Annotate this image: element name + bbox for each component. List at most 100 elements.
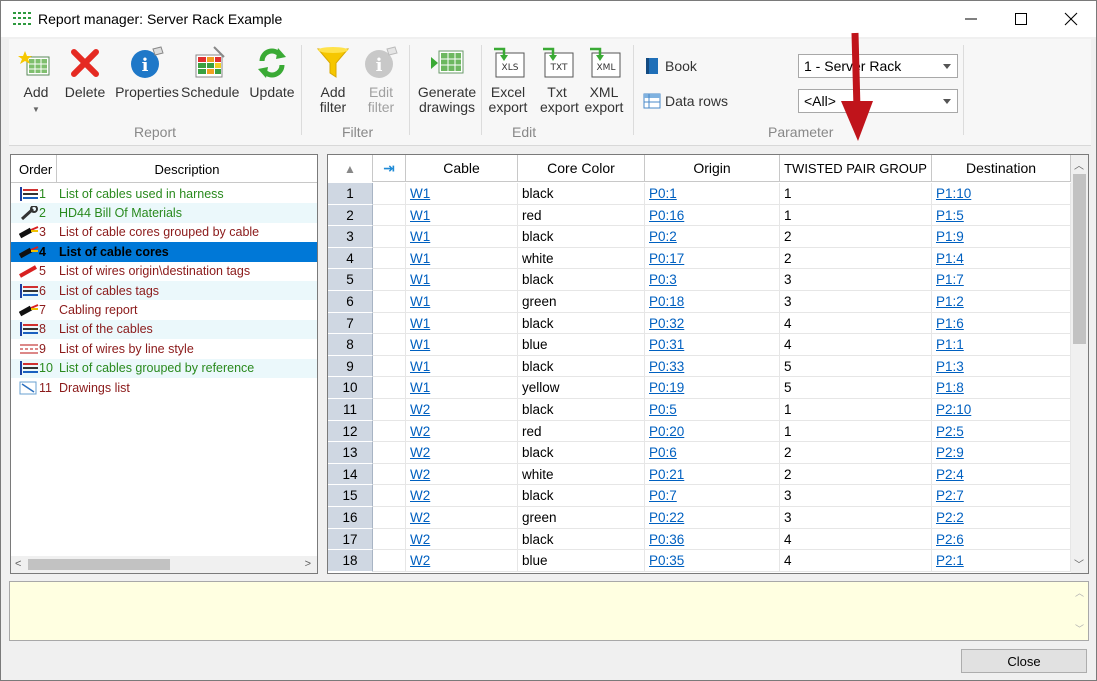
cable-link[interactable]: W1	[410, 251, 430, 266]
cable-link[interactable]: W1	[410, 380, 430, 395]
excel-export-button[interactable]: XLS Excel export	[485, 45, 531, 115]
table-row[interactable]: 8 W1 blue P0:31 4 P1:1	[328, 334, 1071, 356]
minimize-button[interactable]	[946, 1, 996, 37]
origin-link[interactable]: P0:22	[649, 510, 684, 525]
row-number[interactable]: 15	[328, 485, 373, 507]
origin-link[interactable]: P0:7	[649, 488, 677, 503]
report-item[interactable]: 3 List of cable cores grouped by cable	[11, 223, 317, 242]
report-item[interactable]: 10 List of cables grouped by reference	[11, 358, 317, 378]
report-item[interactable]: 1 List of cables used in harness	[11, 184, 317, 203]
cable-link[interactable]: W1	[410, 229, 430, 244]
destination-link[interactable]: P1:9	[936, 229, 964, 244]
sort-up-header[interactable]: ▲	[328, 155, 373, 182]
origin-link[interactable]: P0:21	[649, 467, 684, 482]
row-number[interactable]: 12	[328, 420, 373, 443]
panel-splitter[interactable]	[319, 154, 326, 574]
destination-link[interactable]: P2:9	[936, 445, 964, 460]
notes-scrollbar[interactable]: ︿ ﹀	[1071, 582, 1088, 640]
destination-link[interactable]: P1:7	[936, 272, 964, 287]
scroll-right-icon[interactable]: >	[305, 558, 311, 570]
cable-link[interactable]: W1	[410, 359, 430, 374]
destination-link[interactable]: P1:1	[936, 337, 964, 352]
origin-column-header[interactable]: Origin	[645, 155, 780, 182]
cable-link[interactable]: W1	[410, 316, 430, 331]
maximize-button[interactable]	[996, 1, 1046, 37]
row-number[interactable]: 5	[328, 269, 373, 291]
add-button[interactable]: Add ▼	[15, 45, 57, 117]
row-number[interactable]: 10	[328, 377, 373, 399]
destination-link[interactable]: P2:7	[936, 488, 964, 503]
cable-link[interactable]: W2	[410, 402, 430, 417]
table-row[interactable]: 12 W2 red P0:20 1 P2:5	[328, 420, 1071, 443]
row-number[interactable]: 13	[328, 442, 373, 464]
book-button[interactable]: Book	[643, 57, 697, 75]
destination-link[interactable]: P1:10	[936, 186, 971, 201]
destination-link[interactable]: P2:1	[936, 553, 964, 568]
table-row[interactable]: 18 W2 blue P0:35 4 P2:1	[328, 550, 1071, 572]
close-window-button[interactable]	[1046, 1, 1096, 37]
table-row[interactable]: 4 W1 white P0:17 2 P1:4	[328, 247, 1071, 270]
xml-export-button[interactable]: XML XML export	[581, 45, 627, 115]
origin-link[interactable]: P0:35	[649, 553, 684, 568]
origin-link[interactable]: P0:31	[649, 337, 684, 352]
report-item[interactable]: 4 List of cable cores	[11, 242, 317, 262]
row-number[interactable]: 8	[328, 334, 373, 356]
row-number[interactable]: 16	[328, 506, 373, 529]
table-row[interactable]: 16 W2 green P0:22 3 P2:2	[328, 506, 1071, 529]
cable-link[interactable]: W1	[410, 294, 430, 309]
scroll-down-icon[interactable]: ﹀	[1075, 622, 1084, 635]
close-button[interactable]: Close	[961, 649, 1087, 673]
order-column-header[interactable]: Order	[11, 155, 57, 183]
origin-link[interactable]: P0:32	[649, 316, 684, 331]
cable-link[interactable]: W1	[410, 272, 430, 287]
destination-column-header[interactable]: Destination	[932, 155, 1071, 182]
delete-button[interactable]: Delete	[63, 45, 107, 100]
destination-link[interactable]: P2:10	[936, 402, 971, 417]
cable-link[interactable]: W2	[410, 488, 430, 503]
row-number[interactable]: 2	[328, 204, 373, 227]
destination-link[interactable]: P2:6	[936, 532, 964, 547]
destination-link[interactable]: P2:4	[936, 467, 964, 482]
txt-export-button[interactable]: TXT Txt export	[535, 45, 579, 115]
scrollbar-thumb[interactable]	[28, 559, 170, 570]
generate-drawings-button[interactable]: Generate drawings	[415, 45, 479, 115]
row-number[interactable]: 11	[328, 398, 373, 421]
edit-filter-button[interactable]: i Edit filter	[359, 45, 403, 115]
origin-link[interactable]: P0:16	[649, 208, 684, 223]
origin-link[interactable]: P0:36	[649, 532, 684, 547]
origin-link[interactable]: P0:20	[649, 424, 684, 439]
report-item[interactable]: 7 Cabling report	[11, 300, 317, 319]
report-item[interactable]: 2 HD44 Bill Of Materials	[11, 203, 317, 223]
add-filter-button[interactable]: Add filter	[311, 45, 355, 115]
table-row[interactable]: 13 W2 black P0:6 2 P2:9	[328, 442, 1071, 464]
row-number[interactable]: 6	[328, 290, 373, 313]
origin-link[interactable]: P0:17	[649, 251, 684, 266]
destination-link[interactable]: P1:2	[936, 294, 964, 309]
origin-link[interactable]: P0:19	[649, 380, 684, 395]
notes-area[interactable]: ︿ ﹀	[9, 581, 1089, 641]
origin-link[interactable]: P0:6	[649, 445, 677, 460]
scrollbar-thumb[interactable]	[1073, 174, 1086, 344]
cable-link[interactable]: W1	[410, 208, 430, 223]
table-row[interactable]: 7 W1 black P0:32 4 P1:6	[328, 312, 1071, 335]
destination-link[interactable]: P1:6	[936, 316, 964, 331]
report-item[interactable]: 6 List of cables tags	[11, 280, 317, 301]
update-button[interactable]: Update	[247, 45, 297, 100]
scroll-up-icon[interactable]: ︿	[1075, 586, 1084, 599]
destination-link[interactable]: P2:5	[936, 424, 964, 439]
row-number[interactable]: 18	[328, 550, 373, 572]
twisted-pair-group-column-header[interactable]: TWISTED PAIR GROUP	[780, 155, 932, 182]
horizontal-scrollbar[interactable]: < >	[11, 556, 317, 573]
destination-link[interactable]: P1:4	[936, 251, 964, 266]
report-item[interactable]: 11 Drawings list	[11, 378, 317, 397]
report-item[interactable]: 8 List of the cables	[11, 319, 317, 340]
table-row[interactable]: 9 W1 black P0:33 5 P1:3	[328, 355, 1071, 378]
table-row[interactable]: 3 W1 black P0:2 2 P1:9	[328, 226, 1071, 248]
table-row[interactable]: 15 W2 black P0:7 3 P2:7	[328, 485, 1071, 507]
row-number[interactable]: 3	[328, 226, 373, 248]
scroll-left-icon[interactable]: <	[15, 558, 21, 570]
cable-link[interactable]: W1	[410, 186, 430, 201]
cable-link[interactable]: W2	[410, 510, 430, 525]
vertical-scrollbar[interactable]: ︿ ﹀	[1071, 155, 1088, 573]
cable-link[interactable]: W2	[410, 467, 430, 482]
